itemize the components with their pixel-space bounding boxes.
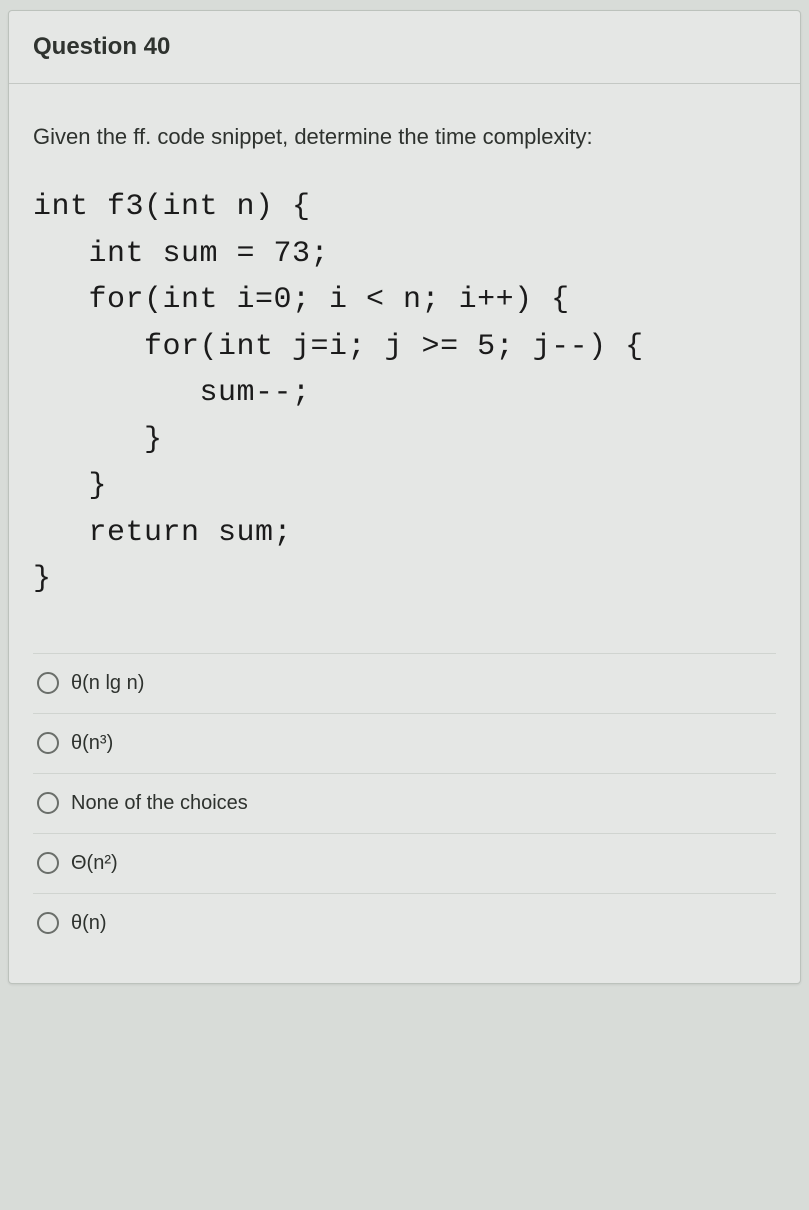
option-4[interactable]: Θ(n²) (33, 833, 776, 893)
question-prompt: Given the ff. code snippet, determine th… (33, 124, 776, 150)
radio-icon (37, 792, 59, 814)
question-card: Question 40 Given the ff. code snippet, … (8, 10, 801, 984)
option-label: θ(n lg n) (71, 672, 144, 695)
radio-icon (37, 732, 59, 754)
question-header: Question 40 (9, 11, 800, 84)
option-2[interactable]: θ(n³) (33, 713, 776, 773)
radio-icon (37, 912, 59, 934)
radio-icon (37, 672, 59, 694)
question-body: Given the ff. code snippet, determine th… (9, 84, 800, 983)
option-label: None of the choices (71, 792, 248, 815)
question-title: Question 40 (33, 33, 776, 61)
option-1[interactable]: θ(n lg n) (33, 653, 776, 713)
option-label: θ(n³) (71, 732, 113, 755)
option-label: θ(n) (71, 912, 107, 935)
radio-icon (37, 852, 59, 874)
option-label: Θ(n²) (71, 852, 118, 875)
option-5[interactable]: θ(n) (33, 893, 776, 953)
option-3[interactable]: None of the choices (33, 773, 776, 833)
options-list: θ(n lg n) θ(n³) None of the choices Θ(n²… (33, 653, 776, 953)
code-snippet: int f3(int n) { int sum = 73; for(int i=… (33, 184, 776, 603)
